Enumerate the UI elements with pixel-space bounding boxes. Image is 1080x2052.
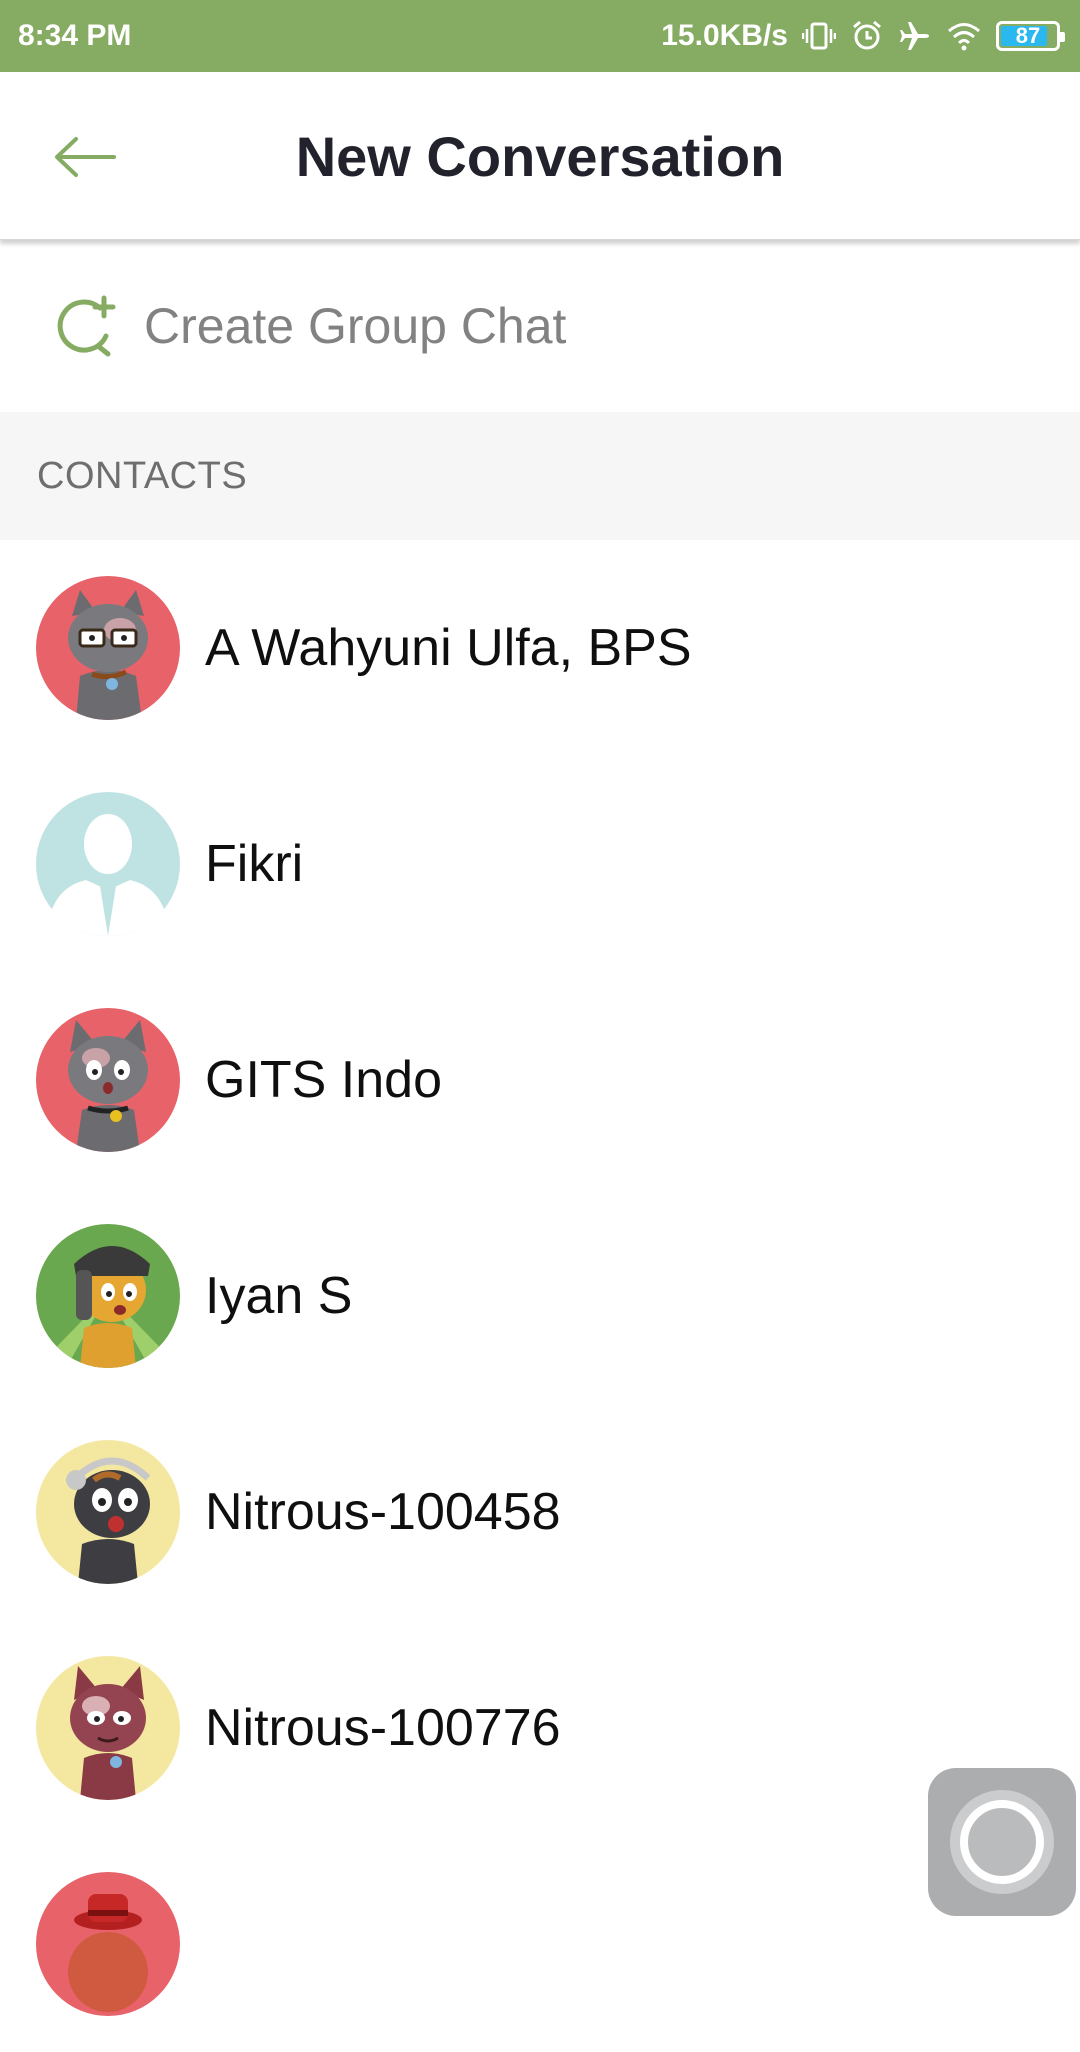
gray-cat-avatar: [36, 1008, 180, 1152]
contact-row[interactable]: [0, 1836, 1080, 2052]
contact-row[interactable]: GITS Indo: [0, 972, 1080, 1188]
contact-name: Fikri: [205, 835, 304, 893]
gray-cat-glasses-avatar: [36, 576, 180, 720]
create-group-chat-button[interactable]: Create Group Chat: [0, 240, 1080, 412]
battery-icon: 87: [996, 21, 1065, 51]
contact-name: Nitrous-100776: [205, 1699, 561, 1757]
airplane-icon: [898, 19, 932, 53]
assistive-touch-icon: [950, 1790, 1054, 1894]
status-bar: 8:34 PM 15.0KB/s 87: [0, 0, 1080, 72]
contact-name: A Wahyuni Ulfa, BPS: [205, 619, 692, 677]
status-time: 8:34 PM: [18, 19, 132, 52]
contact-name: Nitrous-100458: [205, 1483, 561, 1541]
battery-level: 87: [1015, 23, 1041, 48]
contact-row[interactable]: Nitrous-100776: [0, 1620, 1080, 1836]
wifi-icon: [946, 19, 982, 53]
network-speed: 15.0KB/s: [661, 19, 788, 52]
vibrate-icon: [802, 19, 836, 53]
dark-cat-headphones-avatar: [36, 1440, 180, 1584]
red-cat-avatar: [36, 1656, 180, 1800]
app-bar: New Conversation: [0, 72, 1080, 240]
status-icons: 15.0KB/s 87: [661, 19, 1065, 53]
contacts-section-title: CONTACTS: [37, 454, 248, 497]
contact-row[interactable]: Iyan S: [0, 1188, 1080, 1404]
orange-cat-bandana-avatar: [36, 1224, 180, 1368]
assistive-touch-button[interactable]: [928, 1768, 1076, 1916]
group-chat-add-icon: [57, 295, 116, 357]
contacts-section-header: CONTACTS: [0, 412, 1080, 540]
page-title: New Conversation: [295, 125, 785, 188]
contact-name: Iyan S: [205, 1267, 353, 1325]
contact-name: GITS Indo: [205, 1051, 442, 1109]
default-person-avatar: [36, 792, 180, 936]
red-hat-avatar: [36, 1872, 180, 2016]
contact-row[interactable]: A Wahyuni Ulfa, BPS: [0, 540, 1080, 756]
alarm-icon: [850, 19, 884, 53]
contact-list: A Wahyuni Ulfa, BPS Fikri GITS Indo Iyan…: [0, 540, 1080, 2052]
contact-row[interactable]: Fikri: [0, 756, 1080, 972]
create-group-chat-label: Create Group Chat: [144, 298, 567, 354]
contact-row[interactable]: Nitrous-100458: [0, 1404, 1080, 1620]
